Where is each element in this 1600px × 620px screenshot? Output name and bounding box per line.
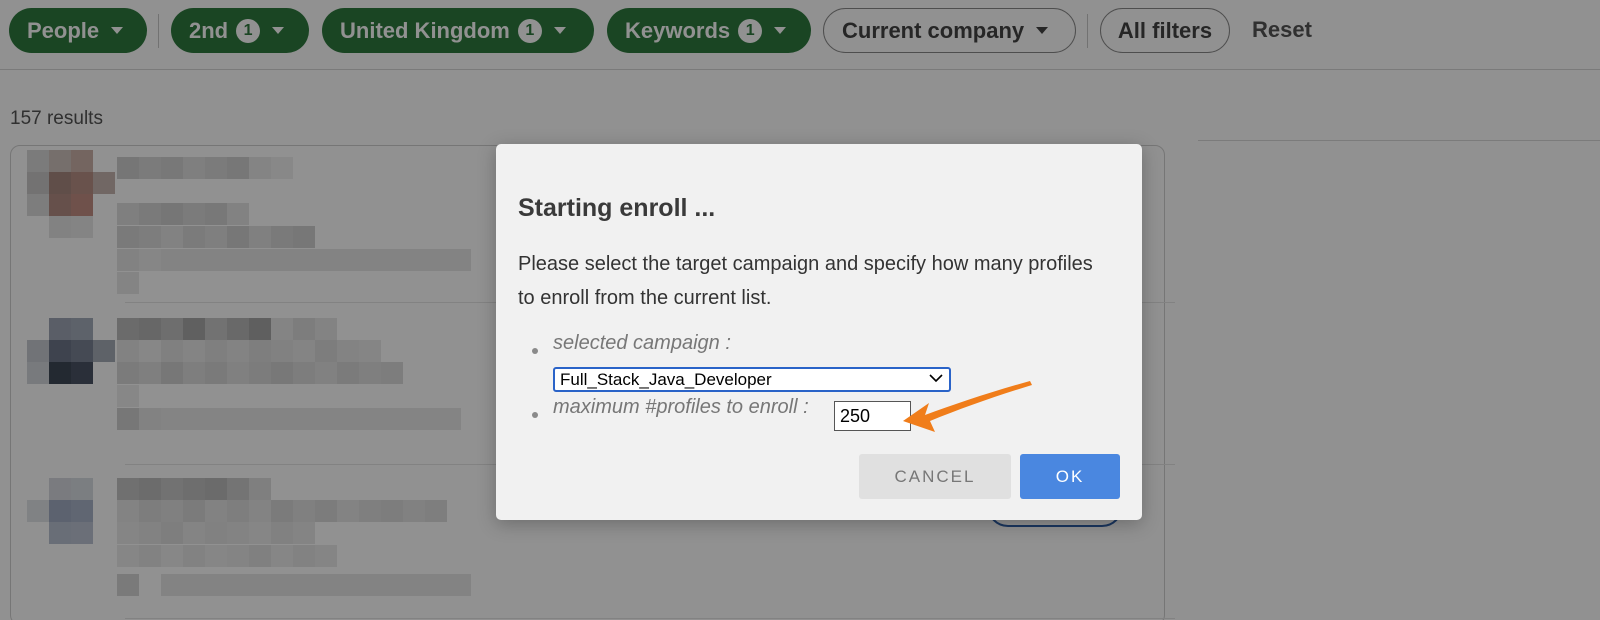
arrow-pointer-icon <box>903 381 1032 432</box>
